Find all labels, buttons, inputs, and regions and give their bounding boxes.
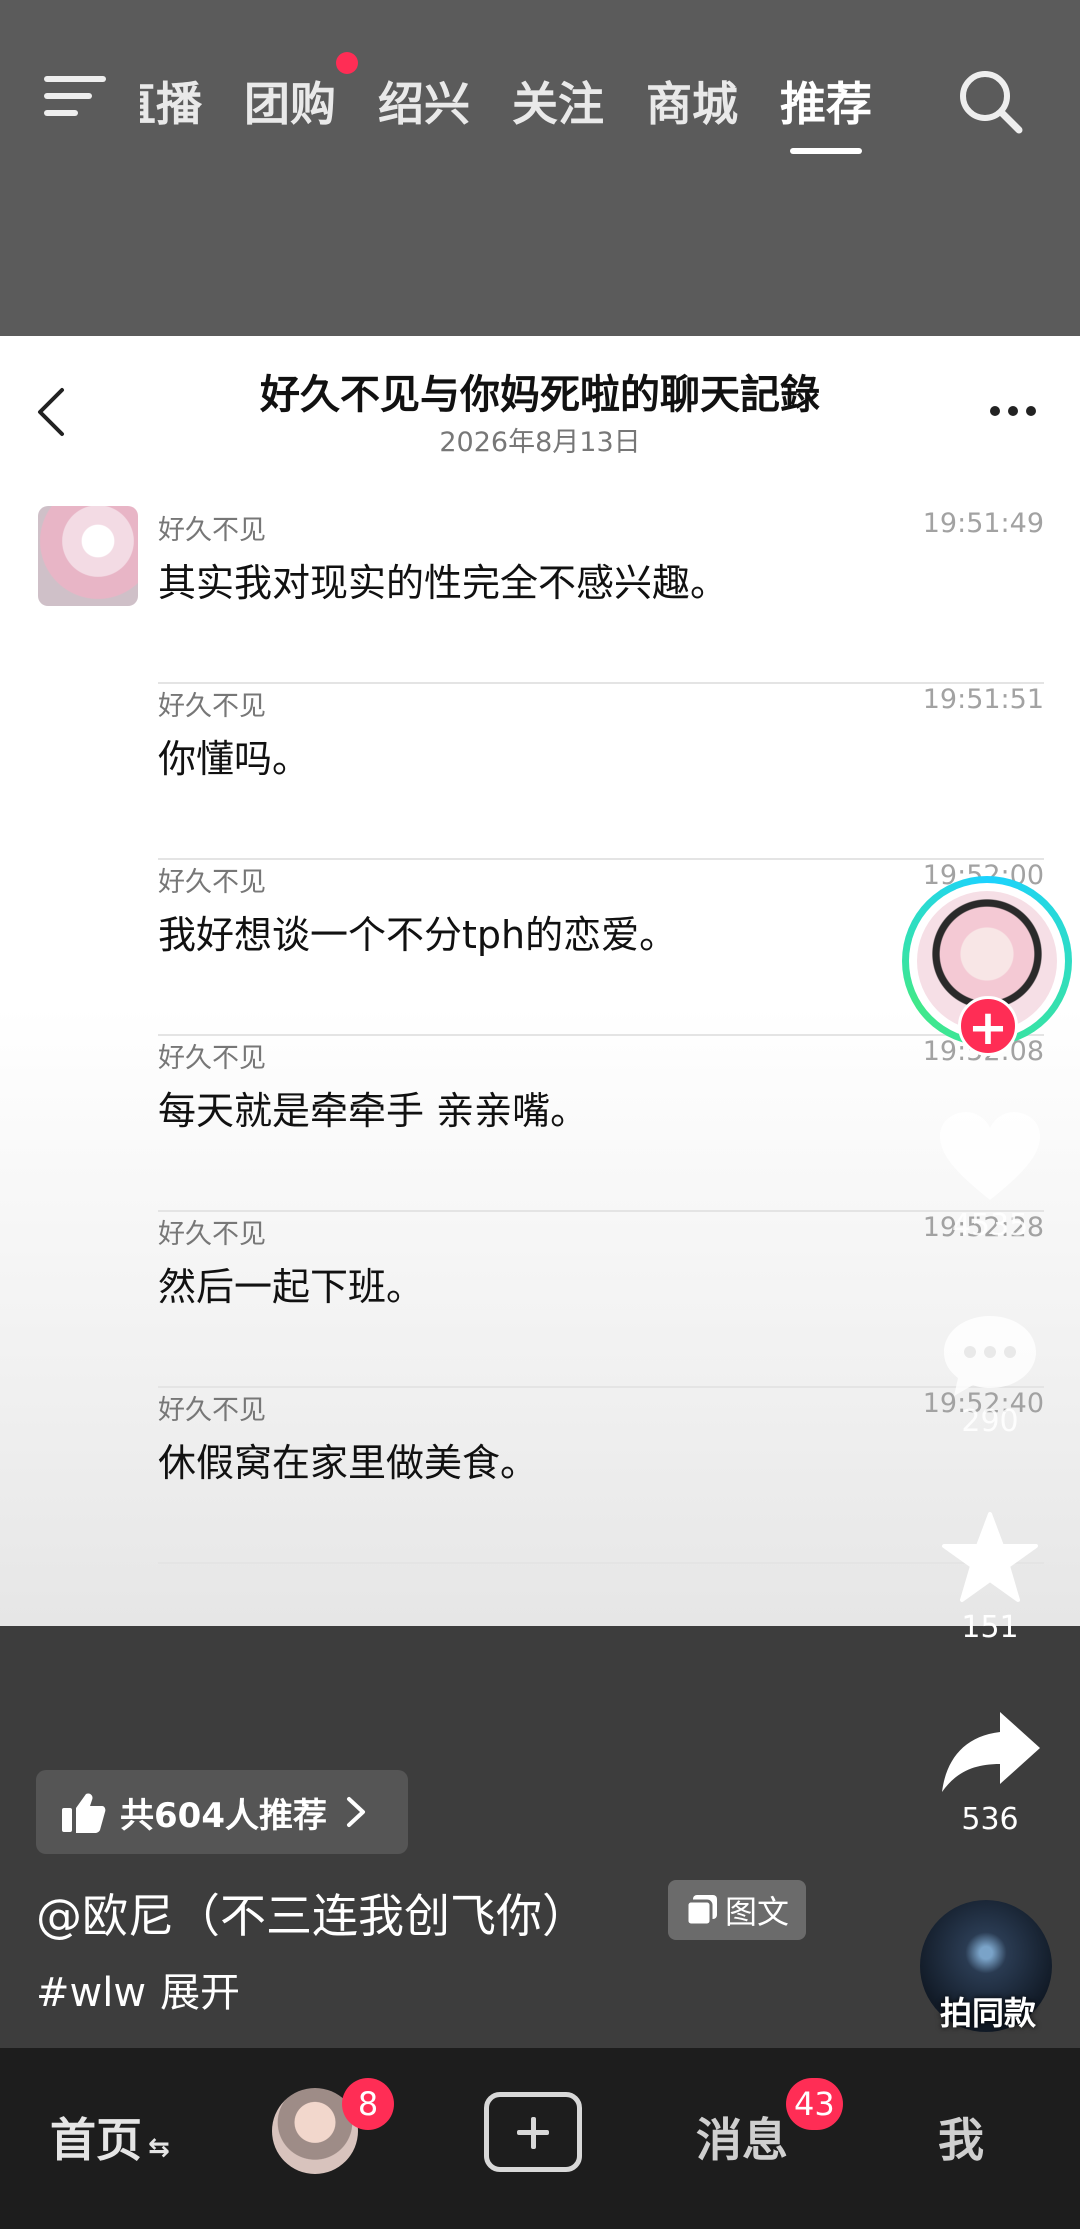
comment-count: 290 [961, 1404, 1019, 1439]
chat-message: 好久不见 19:51:51 你懂吗。 [158, 684, 1044, 860]
heart-icon [940, 1112, 1040, 1200]
message-sender: 好久不见 [158, 1219, 266, 1250]
top-bar: 直播 团购 绍兴 关注 商城 推荐 [0, 0, 1080, 336]
message-sender: 好久不见 [158, 515, 266, 546]
share-arrow-icon [942, 1712, 1040, 1792]
message-sender: 好久不见 [158, 867, 266, 898]
chat-date: 2026年8月13日 [439, 427, 641, 458]
badge-label: 图文 [724, 1893, 789, 1931]
nav-messages[interactable]: 消息 [696, 2104, 788, 2170]
refresh-arrows-icon: ⇆ [148, 2133, 170, 2163]
notification-dot [336, 52, 358, 74]
message-text: 我好想谈一个不分tph的恋爱。 [158, 913, 678, 957]
tab-recommended[interactable]: 推荐 [780, 68, 872, 154]
create-post-button[interactable] [484, 2092, 582, 2172]
comment-button[interactable]: 290 [910, 1310, 1070, 1439]
favorite-count: 151 [961, 1610, 1019, 1645]
message-sender: 好久不见 [158, 1043, 266, 1074]
tab-shaoxing[interactable]: 绍兴 [378, 68, 470, 131]
menu-icon[interactable] [44, 72, 106, 120]
messages-badge: 43 [786, 2078, 843, 2130]
star-icon [942, 1512, 1038, 1602]
like-button[interactable]: 4535 [910, 1110, 1070, 1243]
share-button[interactable]: 536 [910, 1708, 1070, 1837]
message-text: 休假窝在家里做美食。 [158, 1441, 539, 1485]
follow-plus-icon[interactable]: + [958, 996, 1018, 1056]
message-text: 每天就是牵牵手 亲亲嘴。 [158, 1089, 589, 1133]
nav-home-label: 首页 [50, 2113, 142, 2167]
chevron-right-icon [346, 1797, 365, 1827]
bottom-nav: 首页 ⇆ 8 消息 43 我 [0, 2048, 1080, 2229]
image-text-badge: 图文 [668, 1880, 806, 1940]
nav-me[interactable]: 我 [938, 2104, 984, 2170]
message-time: 19:51:49 [922, 508, 1044, 539]
message-sender: 好久不见 [158, 1395, 266, 1426]
thumbs-up-icon [62, 1793, 106, 1833]
tab-live[interactable]: 直播 [140, 68, 202, 128]
hashtag[interactable]: #wlw [36, 1970, 146, 2016]
message-sender: 好久不见 [158, 691, 266, 722]
same-style-label[interactable]: 拍同款 [900, 1988, 1076, 2034]
sender-avatar [38, 506, 138, 606]
top-tabs: 直播 团购 绍兴 关注 商城 推荐 [140, 52, 914, 154]
chat-message: 好久不见 19:51:49 其实我对现实的性完全不感兴趣。 [158, 508, 1044, 684]
search-icon[interactable] [955, 66, 1025, 136]
message-time: 19:51:51 [922, 684, 1044, 715]
share-count: 536 [961, 1802, 1019, 1837]
favorite-button[interactable]: 151 [910, 1510, 1070, 1645]
nav-home[interactable]: 首页 ⇆ [50, 2104, 170, 2170]
tab-group-buy-label: 团购 [244, 77, 336, 131]
like-count: 4535 [951, 1208, 1029, 1243]
friends-badge: 8 [342, 2078, 394, 2130]
more-icon [990, 406, 1040, 420]
message-text: 然后一起下班。 [158, 1265, 425, 1309]
comment-icon [944, 1316, 1036, 1396]
chat-title: 好久不见与你妈死啦的聊天記錄 [260, 372, 820, 418]
recommend-text: 共604人推荐 [120, 1795, 327, 1836]
gallery-icon [685, 1895, 717, 1927]
recommend-pill[interactable]: 共604人推荐 [36, 1770, 408, 1854]
tab-mall[interactable]: 商城 [646, 68, 738, 131]
message-text: 其实我对现实的性完全不感兴趣。 [158, 561, 729, 605]
message-text: 你懂吗。 [158, 737, 311, 781]
expand-link[interactable]: 展开 [160, 1970, 240, 2016]
tab-group-buy[interactable]: 团购 [244, 52, 358, 131]
author-name[interactable]: @欧尼（不三连我创飞你） [36, 1880, 588, 1946]
description: #wlw 展开 [36, 1960, 240, 2018]
tab-following[interactable]: 关注 [512, 68, 604, 131]
